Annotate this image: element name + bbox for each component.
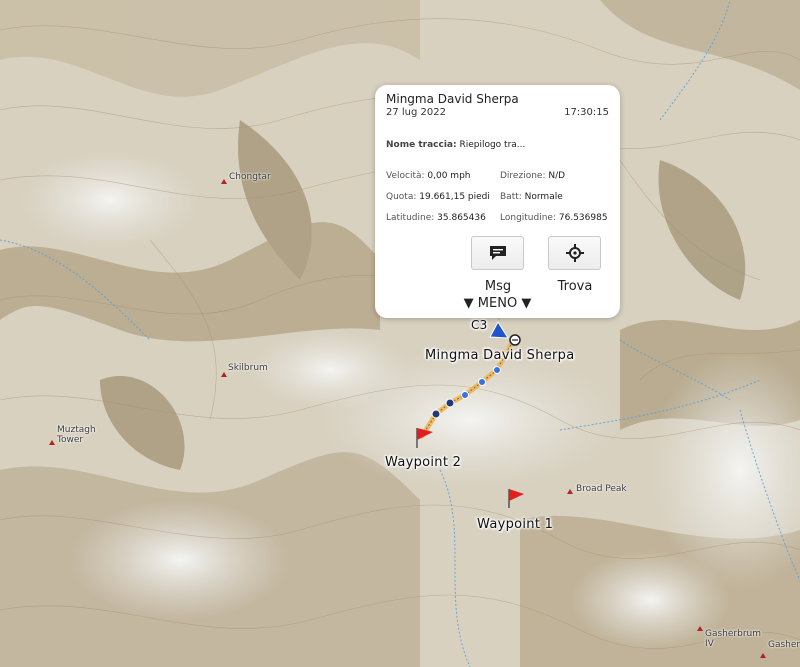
longitude-key: Longitudine: [500,213,556,223]
peak-label-gasherbrum-iv: Gasherbrum IV [705,629,762,649]
peak-label-gasher: Gasher [768,640,800,650]
latitude-key: Latitudine: [386,213,435,223]
peak-marker-icon [221,372,227,377]
track-point [431,409,441,419]
peak-label-broad-peak: Broad Peak [576,484,627,494]
latitude-value: 35.865436 [437,213,486,223]
checkpoint-label: C3 [471,318,488,332]
speed-row: Velocità: 0,00 mph [386,171,471,181]
message-button[interactable] [471,236,524,270]
message-button-label[interactable]: Msg [468,279,528,294]
peak-label-skilbrum: Skilbrum [228,363,268,373]
track-owner-label[interactable]: Mingma David Sherpa [425,348,575,363]
track-point [445,398,455,408]
peak-marker-icon [221,179,227,184]
longitude-row: Longitudine: 76.536985 [500,213,608,223]
peak-marker-icon [567,489,573,494]
peak-marker-icon [697,626,703,631]
message-icon [490,246,506,260]
track-name-row: Nome traccia: Riepilogo tra... [386,140,525,150]
altitude-value: 19.661,15 piedi [419,192,490,202]
collapse-toggle[interactable]: ▼ MENO ▼ [375,296,620,311]
battery-row: Batt: Normale [500,192,563,202]
track-point [461,391,469,399]
peak-marker-icon [49,440,55,445]
find-button[interactable] [548,236,601,270]
altitude-key: Quota: [386,192,417,202]
direction-key: Direzione: [500,171,546,181]
latitude-row: Latitudine: 35.865436 [386,213,486,223]
battery-value: Normale [524,192,563,202]
track-point [493,366,501,374]
speed-value: 0,00 mph [427,171,471,181]
tracker-info-popup: Mingma David Sherpa 27 lug 2022 17:30:15… [375,85,620,318]
direction-value: N/D [548,171,566,181]
peak-label-muztagh-tower: Muztagh Tower [57,425,96,445]
track-point [478,378,486,386]
peak-marker-icon [760,653,766,658]
find-button-label[interactable]: Trova [545,279,605,294]
popup-title: Mingma David Sherpa [386,92,519,106]
longitude-value: 76.536985 [558,213,608,223]
peak-label-chongtar: Chongtar [229,172,271,182]
waypoint-1-label[interactable]: Waypoint 1 [477,517,553,532]
track-name-value: Riepilogo tra... [459,140,526,150]
speed-key: Velocità: [386,171,425,181]
waypoint-2-label[interactable]: Waypoint 2 [385,455,461,470]
popup-date: 27 lug 2022 [386,107,446,118]
track-name-key: Nome traccia: [386,140,457,150]
altitude-row: Quota: 19.661,15 piedi [386,192,490,202]
direction-row: Direzione: N/D [500,171,565,181]
battery-key: Batt: [500,192,522,202]
crosshair-icon [566,244,584,262]
popup-time: 17:30:15 [564,107,609,118]
